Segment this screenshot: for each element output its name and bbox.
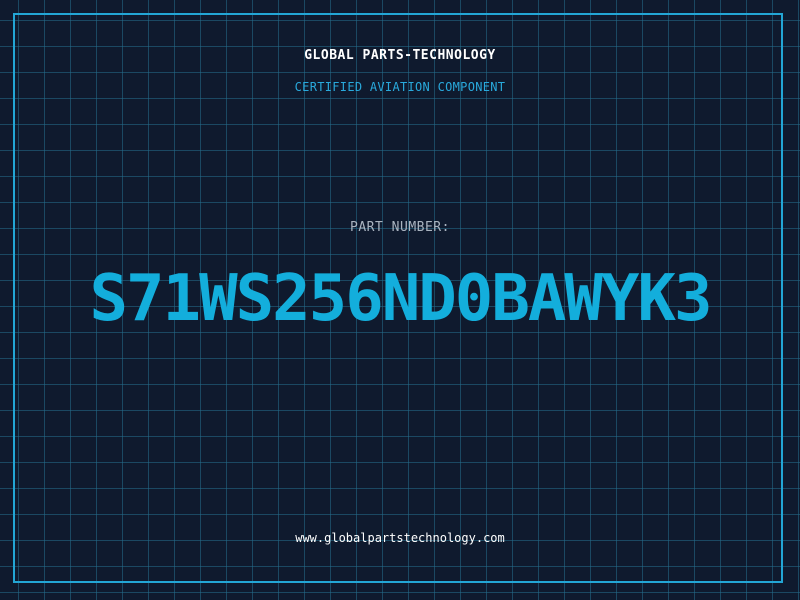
company-name: GLOBAL PARTS-TECHNOLOGY	[304, 48, 496, 63]
tagline: CERTIFIED AVIATION COMPONENT	[294, 80, 506, 94]
part-number-value: S71WS256ND0BAWYK3	[89, 262, 712, 336]
part-number-label: PART NUMBER:	[350, 220, 450, 235]
website-url: www.globalpartstechnology.com	[295, 531, 505, 545]
